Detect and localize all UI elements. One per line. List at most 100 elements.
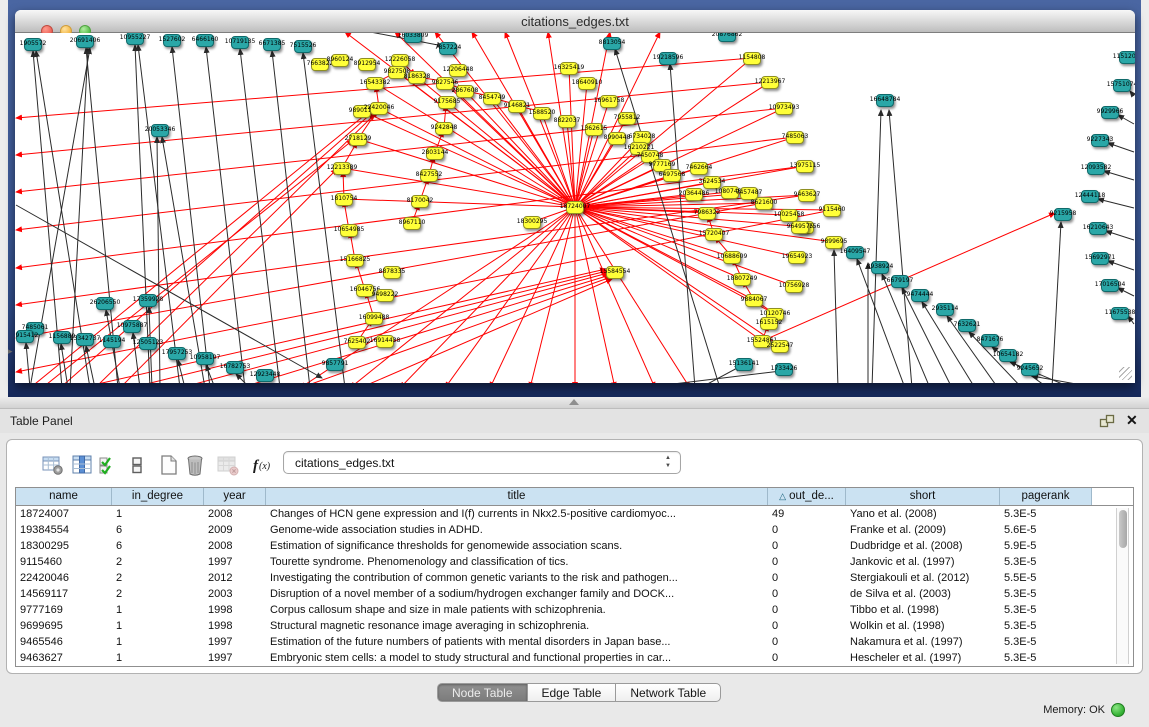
- graph-node[interactable]: [735, 358, 753, 371]
- graph-node[interactable]: [1091, 252, 1109, 265]
- delete-columns-button[interactable]: [182, 452, 208, 478]
- graph-node[interactable]: [123, 320, 141, 333]
- table-cell[interactable]: 9463627: [16, 650, 112, 666]
- table-cell[interactable]: 22420046: [16, 570, 112, 586]
- table-cell[interactable]: 2008: [204, 538, 266, 554]
- table-cell[interactable]: Tibbo et al. (1998): [846, 602, 1000, 618]
- graph-node[interactable]: [408, 71, 426, 84]
- table-cell[interactable]: 2: [112, 554, 204, 570]
- graph-node[interactable]: [96, 297, 114, 310]
- table-cell[interactable]: 2: [112, 586, 204, 602]
- table-cell[interactable]: Yano et al. (2008): [846, 506, 1000, 522]
- table-row[interactable]: 1938455462009Genome-wide association stu…: [16, 522, 1133, 538]
- table-cell[interactable]: 0: [768, 538, 846, 554]
- graph-node[interactable]: [483, 92, 501, 105]
- table-cell[interactable]: 14569117: [16, 586, 112, 602]
- splitter-handle-icon[interactable]: [569, 399, 579, 405]
- table-row[interactable]: 946554611997Estimation of the future num…: [16, 634, 1133, 650]
- graph-node[interactable]: [439, 42, 457, 55]
- table-cell[interactable]: 2012: [204, 570, 266, 586]
- table-cell[interactable]: Disruption of a novel member of a sodium…: [266, 586, 768, 602]
- graph-node[interactable]: [163, 34, 181, 47]
- graph-node[interactable]: [333, 162, 351, 175]
- table-cell[interactable]: Dudbridge et al. (2008): [846, 538, 1000, 554]
- graph-node[interactable]: [438, 96, 456, 109]
- table-cell[interactable]: Investigating the contribution of common…: [266, 570, 768, 586]
- graph-node[interactable]: [256, 369, 274, 382]
- table-selector-dropdown[interactable]: citations_edges.txt ▲▼: [283, 451, 681, 474]
- graph-node[interactable]: [426, 147, 444, 160]
- column-header-out_de[interactable]: △out_de...: [768, 488, 846, 505]
- graph-node[interactable]: [151, 124, 169, 137]
- graph-node[interactable]: [294, 40, 312, 53]
- graph-node-hub[interactable]: [566, 201, 584, 214]
- show-column-button[interactable]: [69, 452, 95, 478]
- graph-node[interactable]: [1113, 79, 1131, 92]
- table-cell[interactable]: 5.3E-5: [1000, 602, 1092, 618]
- graph-node[interactable]: [600, 95, 618, 108]
- graph-node[interactable]: [788, 251, 806, 264]
- graph-node[interactable]: [606, 266, 624, 279]
- table-cell[interactable]: 0: [768, 634, 846, 650]
- graph-node[interactable]: [391, 54, 409, 67]
- split-pane-divider[interactable]: [0, 397, 1149, 409]
- table-row[interactable]: 911546021997Tourette syndrome. Phenomeno…: [16, 554, 1133, 570]
- table-cell[interactable]: Corpus callosum shape and size in male p…: [266, 602, 768, 618]
- graph-node[interactable]: [578, 77, 596, 90]
- vertical-scrollbar[interactable]: [1116, 508, 1129, 664]
- graph-node[interactable]: [791, 221, 809, 234]
- graph-node[interactable]: [911, 289, 929, 302]
- graph-node[interactable]: [335, 193, 353, 206]
- graph-node[interactable]: [449, 64, 467, 77]
- graph-node[interactable]: [603, 37, 621, 50]
- graph-node[interactable]: [139, 294, 157, 307]
- graph-node[interactable]: [876, 94, 894, 107]
- delete-table-button[interactable]: [215, 452, 241, 478]
- table-cell[interactable]: 5.3E-5: [1000, 650, 1092, 666]
- table-row[interactable]: 1872400712008Changes of HCN gene express…: [16, 506, 1133, 522]
- table-cell[interactable]: 1: [112, 506, 204, 522]
- graph-node[interactable]: [698, 207, 716, 220]
- table-cell[interactable]: 0: [768, 586, 846, 602]
- graph-node[interactable]: [508, 100, 526, 113]
- graph-node[interactable]: [311, 58, 329, 71]
- table-cell[interactable]: 0: [768, 570, 846, 586]
- network-view-window[interactable]: citations_edges.txt 19055722069140610955…: [15, 10, 1135, 383]
- table-cell[interactable]: 5.9E-5: [1000, 538, 1092, 554]
- table-row[interactable]: 1830029562008Estimation of significance …: [16, 538, 1133, 554]
- table-cell[interactable]: 9465546: [16, 634, 112, 650]
- graph-node[interactable]: [558, 115, 576, 128]
- graph-node[interactable]: [798, 189, 816, 202]
- graph-node[interactable]: [16, 330, 34, 343]
- scrollbar-thumb[interactable]: [1119, 510, 1127, 548]
- graph-node[interactable]: [936, 303, 954, 316]
- table-cell[interactable]: 9699695: [16, 618, 112, 634]
- graph-node[interactable]: [780, 209, 798, 222]
- graph-node[interactable]: [404, 33, 422, 43]
- table-cell[interactable]: Wolkin et al. (1998): [846, 618, 1000, 634]
- graph-node[interactable]: [755, 197, 773, 210]
- table-cell[interactable]: 5.3E-5: [1000, 554, 1092, 570]
- graph-node[interactable]: [1101, 106, 1119, 119]
- table-cell[interactable]: de Silva et al. (2003): [846, 586, 1000, 602]
- graph-node[interactable]: [376, 335, 394, 348]
- close-panel-icon[interactable]: ✕: [1126, 412, 1138, 429]
- table-cell[interactable]: 5.3E-5: [1000, 634, 1092, 650]
- table-cell[interactable]: 1: [112, 602, 204, 618]
- graph-node[interactable]: [771, 340, 789, 353]
- graph-node[interactable]: [785, 280, 803, 293]
- graph-node[interactable]: [365, 312, 383, 325]
- window-titlebar[interactable]: citations_edges.txt: [15, 10, 1135, 33]
- table-cell[interactable]: 1: [112, 618, 204, 634]
- graph-node[interactable]: [761, 76, 779, 89]
- graph-node[interactable]: [376, 289, 394, 302]
- graph-node[interactable]: [891, 275, 909, 288]
- table-cell[interactable]: Changes of HCN gene expression and I(f) …: [266, 506, 768, 522]
- graph-node[interactable]: [411, 195, 429, 208]
- graph-node[interactable]: [53, 331, 71, 344]
- column-header-title[interactable]: title: [266, 488, 768, 505]
- column-header-in_degree[interactable]: in_degree: [112, 488, 204, 505]
- graph-node[interactable]: [1054, 208, 1072, 221]
- memory-status-indicator-icon[interactable]: [1111, 703, 1125, 717]
- graph-node[interactable]: [326, 358, 344, 371]
